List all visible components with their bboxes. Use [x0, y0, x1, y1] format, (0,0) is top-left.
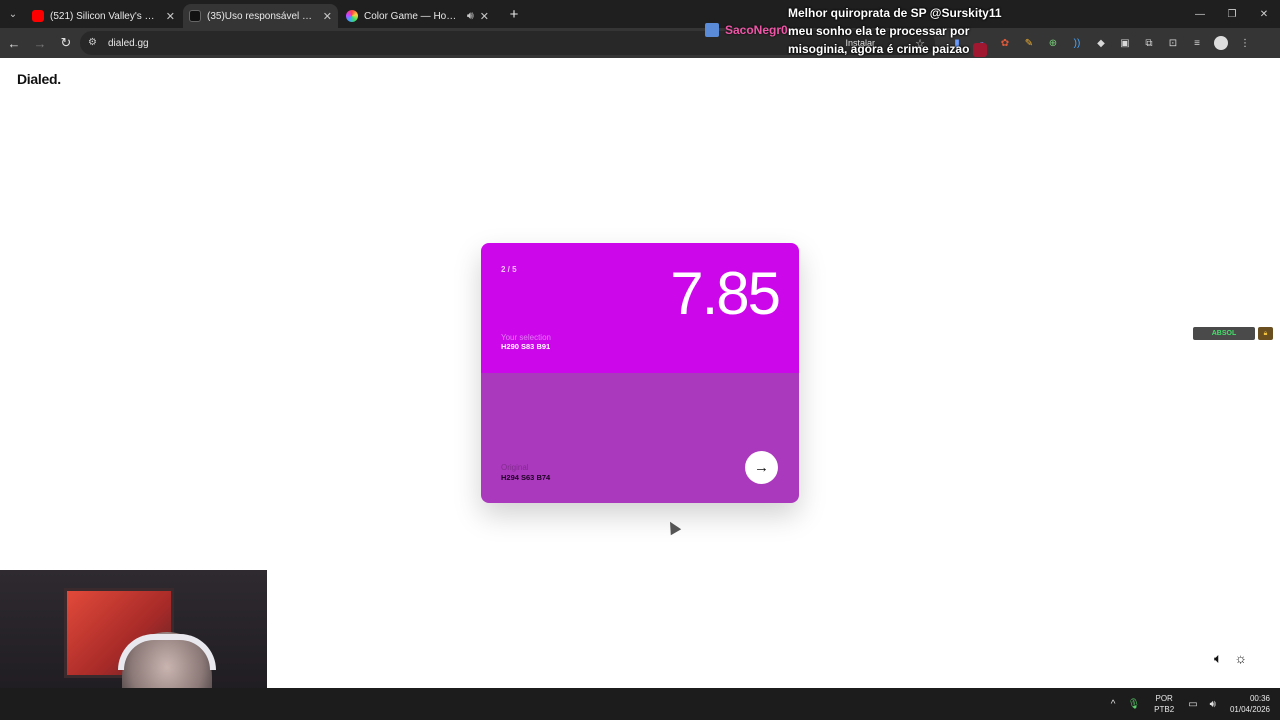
- site-logo[interactable]: Dialed.: [17, 71, 61, 87]
- next-round-button[interactable]: →: [745, 451, 778, 484]
- os-taskbar: ^ 🎙︎ POR PTB2 ▭ 🔊︎ 00:36 01/04/2026: [0, 688, 1280, 720]
- window-controls: — ❐ ✕: [1184, 0, 1280, 28]
- youtube-icon: [32, 10, 44, 22]
- lock-icon[interactable]: 🔒︎: [1258, 327, 1273, 340]
- tiktok-icon: [189, 10, 201, 22]
- selected-color-swatch: 2 / 5 7.85 Your selection H290 S83 B91: [481, 243, 799, 373]
- chat-message: Melhor quiroprata de SP @Surskity11 meu …: [788, 4, 1028, 58]
- selection-hsb: H290 S83 B91: [501, 342, 551, 351]
- score-value: 7.85: [670, 260, 781, 327]
- tab-search-icon[interactable]: ⌄: [0, 0, 26, 28]
- sound-toggle-icon[interactable]: 🔈︎: [1214, 650, 1222, 667]
- headset-icon: [118, 634, 216, 670]
- tab-title: (521) Silicon Valley's new miracl: [50, 10, 160, 22]
- new-tab-button[interactable]: +: [503, 3, 525, 25]
- chat-badge-icon: [705, 23, 719, 37]
- speaker-icon[interactable]: 🔊︎: [467, 10, 474, 23]
- system-clock[interactable]: 00:36 01/04/2026: [1230, 693, 1270, 715]
- browser-tab[interactable]: (521) Silicon Valley's new miracl ✕: [26, 4, 181, 28]
- arrow-right-icon: →: [754, 459, 769, 476]
- browser-toolbar: ← → ↻ ⚙ dialed.gg Instalar ☆ ▮ ☁ ✿ ✎ ⊕ )…: [0, 28, 1280, 58]
- tab-close-icon[interactable]: ✕: [480, 10, 489, 23]
- color-wheel-icon: [346, 10, 358, 22]
- browser-tab[interactable]: Color Game — How Well Ca 🔊︎ ✕: [340, 4, 495, 28]
- mouse-cursor: [664, 518, 682, 536]
- system-tray: ^ 🎙︎ POR PTB2 ▭ 🔊︎ 00:36 01/04/2026: [1105, 688, 1280, 720]
- browser-tab[interactable]: (35)Uso responsável de Ozemp ✕: [183, 4, 338, 28]
- clock-time: 00:36: [1249, 694, 1270, 703]
- restore-icon[interactable]: ❐: [1216, 0, 1248, 28]
- round-counter: 2 / 5: [501, 265, 517, 274]
- minimize-icon[interactable]: —: [1184, 0, 1216, 28]
- chat-emote-icon: [972, 42, 987, 57]
- theme-toggle-icon[interactable]: ☼: [1234, 650, 1247, 667]
- close-window-icon[interactable]: ✕: [1248, 0, 1280, 28]
- extension-icon[interactable]: ⊕: [1041, 31, 1065, 55]
- chevron-up-icon[interactable]: ^: [1111, 699, 1116, 710]
- tab-title: Color Game — How Well Ca: [364, 10, 461, 22]
- screenshot-icon[interactable]: ⊡: [1161, 31, 1185, 55]
- chat-username: SacoNegr0: [725, 23, 788, 37]
- page-controls: 🔈︎ ☼: [1214, 650, 1247, 667]
- stream-chat-overlay: SacoNegr0 Melhor quiroprata de SP @Sursk…: [705, 2, 1025, 58]
- original-label: Original: [501, 463, 529, 472]
- extension-icon[interactable]: ▣: [1113, 31, 1137, 55]
- network-icon[interactable]: ▭: [1188, 699, 1197, 710]
- clock-date: 01/04/2026: [1229, 705, 1270, 714]
- back-icon[interactable]: ←: [2, 31, 26, 55]
- microphone-icon[interactable]: 🎙︎: [1127, 699, 1140, 710]
- extension-icon[interactable]: )): [1065, 31, 1089, 55]
- tab-close-icon[interactable]: ✕: [323, 10, 332, 23]
- chat-message-text: Melhor quiroprata de SP @Surskity11 meu …: [788, 6, 1002, 56]
- profile-avatar-icon[interactable]: [1214, 36, 1228, 50]
- reload-icon[interactable]: ↻: [54, 31, 78, 55]
- language-indicator[interactable]: POR PTB2: [1154, 693, 1174, 715]
- addon-badge[interactable]: ABSOL: [1193, 327, 1255, 340]
- volume-icon[interactable]: 🔊︎: [1210, 699, 1216, 710]
- keyboard-layout: PTB2: [1154, 705, 1175, 714]
- original-hsb: H294 S63 B74: [501, 473, 551, 482]
- extensions-puzzle-icon[interactable]: ⧉: [1137, 31, 1161, 55]
- browser-menu-icon[interactable]: ⋮: [1233, 31, 1257, 55]
- site-info-icon[interactable]: ⚙: [88, 37, 100, 49]
- browser-tab-strip: ⌄ (521) Silicon Valley's new miracl ✕ (3…: [0, 0, 1280, 28]
- forward-icon[interactable]: →: [28, 31, 52, 55]
- extension-icon[interactable]: ◆: [1089, 31, 1113, 55]
- reading-list-icon[interactable]: ≡: [1185, 31, 1209, 55]
- tab-title: (35)Uso responsável de Ozemp: [207, 10, 317, 22]
- url-text[interactable]: dialed.gg: [108, 38, 149, 49]
- original-color-swatch: Original H294 S63 B74 →: [481, 373, 799, 503]
- language-code: POR: [1155, 694, 1173, 703]
- selection-label: Your selection: [501, 333, 551, 342]
- color-result-card: 2 / 5 7.85 Your selection H290 S83 B91 O…: [481, 243, 799, 503]
- tab-close-icon[interactable]: ✕: [166, 10, 175, 23]
